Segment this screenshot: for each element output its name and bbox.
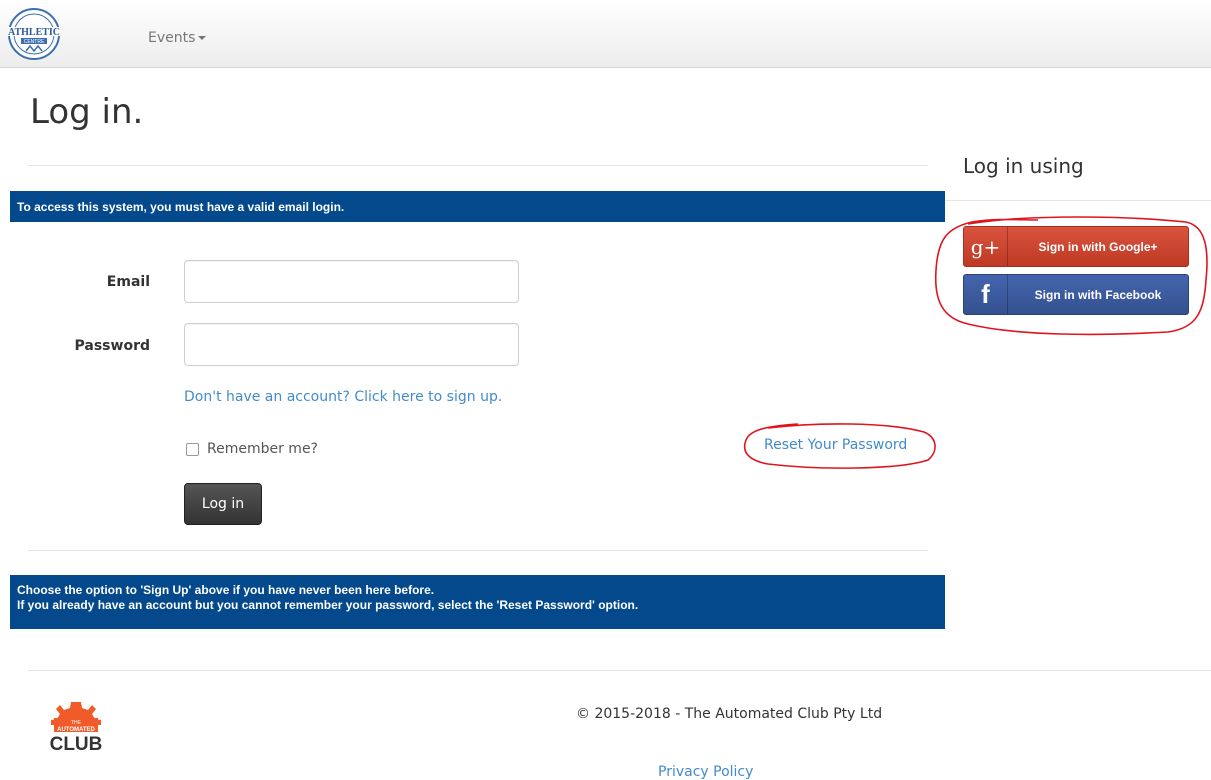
top-navbar: ATHLETIC CENTRE Events bbox=[0, 0, 1211, 68]
signup-link[interactable]: Don't have an account? Click here to sig… bbox=[184, 389, 502, 405]
password-label: Password bbox=[74, 338, 150, 354]
divider bbox=[28, 550, 928, 551]
events-dropdown[interactable]: Events bbox=[148, 30, 207, 46]
caret-down-icon bbox=[198, 36, 207, 40]
login-button[interactable]: Log in bbox=[184, 483, 262, 525]
logo-text: ATHLETIC bbox=[8, 27, 60, 38]
privacy-policy-link[interactable]: Privacy Policy bbox=[658, 764, 753, 780]
email-input[interactable] bbox=[184, 260, 519, 303]
banner-line: If you already have an account but you c… bbox=[17, 598, 639, 612]
reset-password-link[interactable]: Reset Your Password bbox=[764, 437, 907, 453]
remember-me-label: Remember me? bbox=[207, 441, 318, 457]
divider bbox=[28, 165, 928, 166]
google-signin-label: Sign in with Google+ bbox=[1038, 239, 1158, 254]
club-logo-club: CLUB bbox=[50, 734, 103, 755]
divider bbox=[945, 200, 1211, 201]
remember-me-checkbox[interactable] bbox=[186, 442, 199, 456]
facebook-icon: f bbox=[964, 275, 1008, 314]
club-logo-automated: AUTOMATED bbox=[57, 727, 95, 733]
divider bbox=[28, 670, 1211, 671]
email-label: Email bbox=[106, 274, 150, 290]
password-input[interactable] bbox=[184, 323, 519, 366]
info-banner-bottom: Choose the option to 'Sign Up' above if … bbox=[10, 575, 945, 629]
banner-line: Choose the option to 'Sign Up' above if … bbox=[17, 583, 435, 597]
club-logo-the: THE bbox=[71, 720, 82, 726]
side-title: Log in using bbox=[963, 154, 1084, 178]
remember-me[interactable]: Remember me? bbox=[186, 441, 318, 457]
events-label: Events bbox=[148, 30, 196, 46]
facebook-signin-button[interactable]: f Sign in with Facebook bbox=[963, 274, 1189, 315]
facebook-signin-label: Sign in with Facebook bbox=[1034, 287, 1162, 302]
logo-subtext: CENTRE bbox=[24, 39, 45, 45]
page-title: Log in. bbox=[30, 92, 144, 132]
athletic-centre-logo[interactable]: ATHLETIC CENTRE bbox=[6, 4, 62, 64]
info-banner-top: To access this system, you must have a v… bbox=[10, 191, 945, 222]
google-signin-button[interactable]: g+ Sign in with Google+ bbox=[963, 226, 1189, 267]
automated-club-logo[interactable]: THE AUTOMATED CLUB bbox=[44, 700, 108, 760]
copyright-text: © 2015-2018 - The Automated Club Pty Ltd bbox=[576, 706, 883, 722]
google-plus-icon: g+ bbox=[964, 227, 1008, 266]
